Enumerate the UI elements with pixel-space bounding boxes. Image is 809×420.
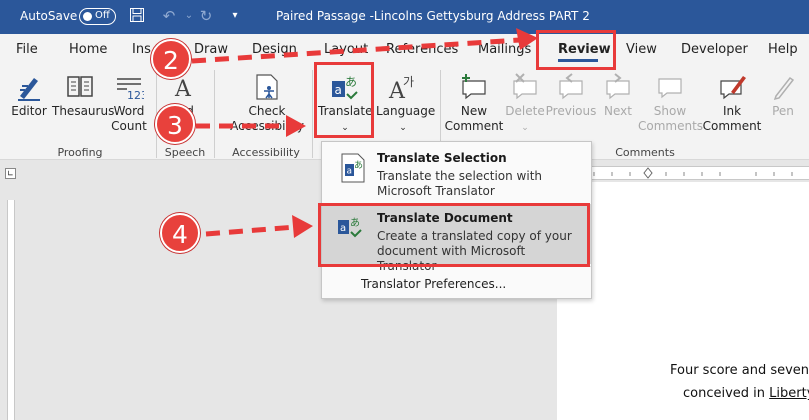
step-4-badge: 4 (160, 213, 200, 253)
step-3-badge: 3 (155, 104, 195, 144)
step-2-badge: 2 (151, 39, 191, 79)
annotation-arrows (191, 28, 538, 238)
